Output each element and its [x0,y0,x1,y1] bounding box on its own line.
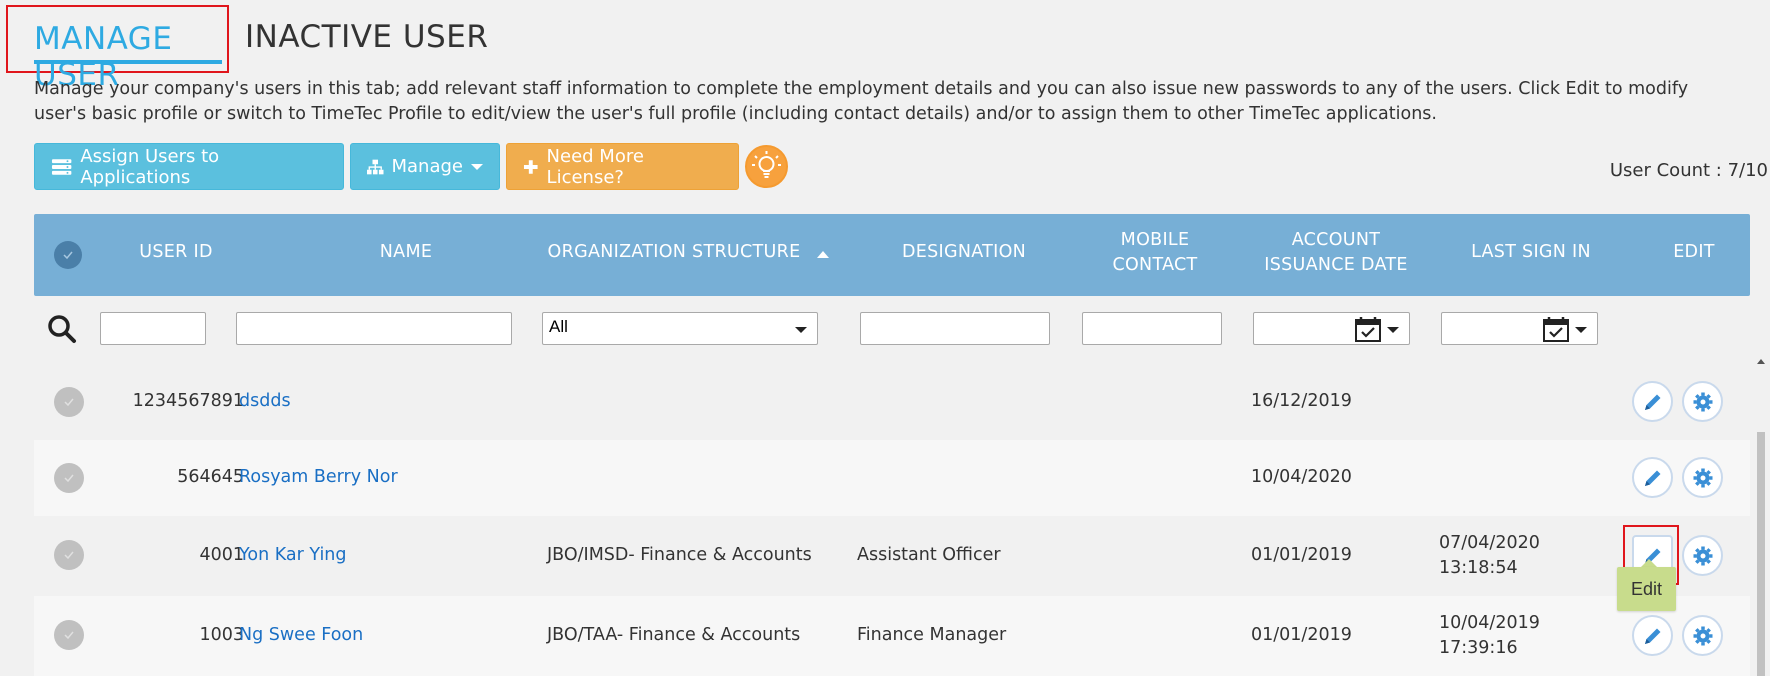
user-count: User Count : 7/10 [1609,160,1768,181]
settings-button[interactable] [1682,615,1723,656]
pencil-icon [1644,628,1660,644]
cell-designation: Finance Manager [857,625,1007,645]
chevron-down-icon [1575,327,1587,333]
cell-organization: JBO/IMSD- Finance & Accounts [547,545,812,565]
header-issuance-line1: ACCOUNT [1291,230,1381,250]
header-account-issuance-date[interactable]: ACCOUNT ISSUANCE DATE [1251,228,1421,278]
need-more-license-label: Need More License? [546,145,644,188]
row-checkbox[interactable] [54,620,84,650]
cell-user-id: 1003 [199,625,244,645]
table-row: 1234567891 dsdds 16/12/2019 [34,364,1750,440]
cell-last-sign-in-date: 07/04/2020 [1439,533,1540,553]
settings-button[interactable] [1682,381,1723,422]
header-organization-structure[interactable]: ORGANIZATION STRUCTURE [544,240,804,265]
cell-user-id: 4001 [199,545,244,565]
issuance-date-filter[interactable] [1253,312,1410,345]
cell-user-id: 564645 [177,467,244,487]
assign-users-label: Assign Users to Applications [80,145,220,188]
mobile-filter-input[interactable] [1082,312,1222,345]
tab-manage-user[interactable]: MANAGE USER [6,5,229,93]
cell-last-sign-in-time: 13:18:54 [1439,558,1518,578]
scroll-up-arrow-icon[interactable] [1757,359,1765,364]
need-more-license-button[interactable]: Need More License? [506,143,739,190]
cell-designation: Assistant Officer [857,545,1001,565]
calendar-icon[interactable] [1354,315,1382,343]
scrollbar-thumb[interactable] [1757,432,1765,676]
calendar-icon[interactable] [1542,315,1570,343]
cell-issuance-date: 16/12/2019 [1251,391,1352,411]
table-row: 1003 Ng Swee Foon JBO/TAA- Finance & Acc… [34,596,1750,676]
header-edit: EDIT [1673,242,1715,262]
gear-icon [1693,626,1712,645]
check-icon [64,631,74,640]
tooltip-arrow [1641,559,1657,567]
cell-issuance-date: 01/01/2019 [1251,545,1352,565]
cell-name-link[interactable]: dsdds [239,389,291,414]
organization-filter-value: All [549,317,568,336]
server-list-icon [51,158,72,175]
settings-button[interactable] [1682,457,1723,498]
header-name[interactable]: NAME [306,240,506,265]
edit-button[interactable] [1632,615,1673,656]
pencil-icon [1644,394,1660,410]
pencil-icon [1644,470,1660,486]
table-row: 564645 Rosyam Berry Nor 10/04/2020 [34,440,1750,516]
tab-bar: MANAGE USER INACTIVE USER [0,0,1770,93]
designation-filter-input[interactable] [860,312,1050,345]
last-sign-in-filter[interactable] [1441,312,1598,345]
cell-issuance-date: 10/04/2020 [1251,467,1352,487]
sitemap-icon [367,159,384,174]
chevron-down-icon [795,327,807,333]
chevron-down-icon [1387,327,1399,333]
manage-dropdown-button[interactable]: Manage [350,143,500,190]
header-designation[interactable]: DESIGNATION [864,240,1064,265]
plus-icon [523,159,538,174]
check-icon [64,551,74,560]
table-header: USER ID NAME ORGANIZATION STRUCTURE DESI… [34,214,1750,296]
gear-icon [1693,392,1712,411]
gear-icon [1693,468,1712,487]
chevron-down-icon [471,163,483,170]
cell-last-sign-in-time: 17:39:16 [1439,638,1518,658]
header-user-id[interactable]: USER ID [116,240,236,265]
check-icon [64,474,74,483]
cell-issuance-date: 01/01/2019 [1251,625,1352,645]
sort-ascending-icon [817,251,829,258]
user-id-filter-input[interactable] [100,312,206,345]
lightbulb-icon[interactable] [745,145,788,188]
assign-users-button[interactable]: Assign Users to Applications [34,143,344,190]
cell-user-id: 1234567891 [132,391,244,411]
table-scrollbar[interactable] [1756,356,1765,676]
header-mobile-contact[interactable]: MOBILE CONTACT [1090,228,1220,278]
row-checkbox[interactable] [54,463,84,493]
edit-button[interactable] [1632,381,1673,422]
page-description: Manage your company's users in this tab;… [34,79,1689,124]
header-mobile-line1: MOBILE [1120,230,1190,250]
header-mobile-line2: CONTACT [1112,255,1198,275]
header-last-sign-in[interactable]: LAST SIGN IN [1446,240,1616,265]
organization-filter-select[interactable]: All [542,312,818,345]
header-issuance-line2: ISSUANCE DATE [1264,255,1408,275]
check-icon [64,398,74,407]
row-checkbox[interactable] [54,540,84,570]
cell-name-link[interactable]: Yon Kar Ying [239,543,347,568]
gear-icon [1693,546,1712,565]
edit-button[interactable] [1632,457,1673,498]
active-tab-underline [34,60,222,64]
edit-tooltip: Edit [1617,567,1676,611]
cell-last-sign-in-date: 10/04/2019 [1439,613,1540,633]
check-icon [63,251,73,260]
name-filter-input[interactable] [236,312,512,345]
cell-name-link[interactable]: Ng Swee Foon [239,623,363,648]
tab-inactive-user[interactable]: INACTIVE USER [245,19,488,55]
cell-organization: JBO/TAA- Finance & Accounts [547,625,801,645]
manage-label: Manage [391,156,464,177]
select-all-checkbox[interactable] [54,241,82,269]
table-row: 4001 Yon Kar Ying JBO/IMSD- Finance & Ac… [34,516,1750,596]
cell-name-link[interactable]: Rosyam Berry Nor [239,465,398,490]
row-checkbox[interactable] [54,387,84,417]
settings-button[interactable] [1682,535,1723,576]
filter-row: All [34,296,1750,364]
search-icon [48,315,76,343]
